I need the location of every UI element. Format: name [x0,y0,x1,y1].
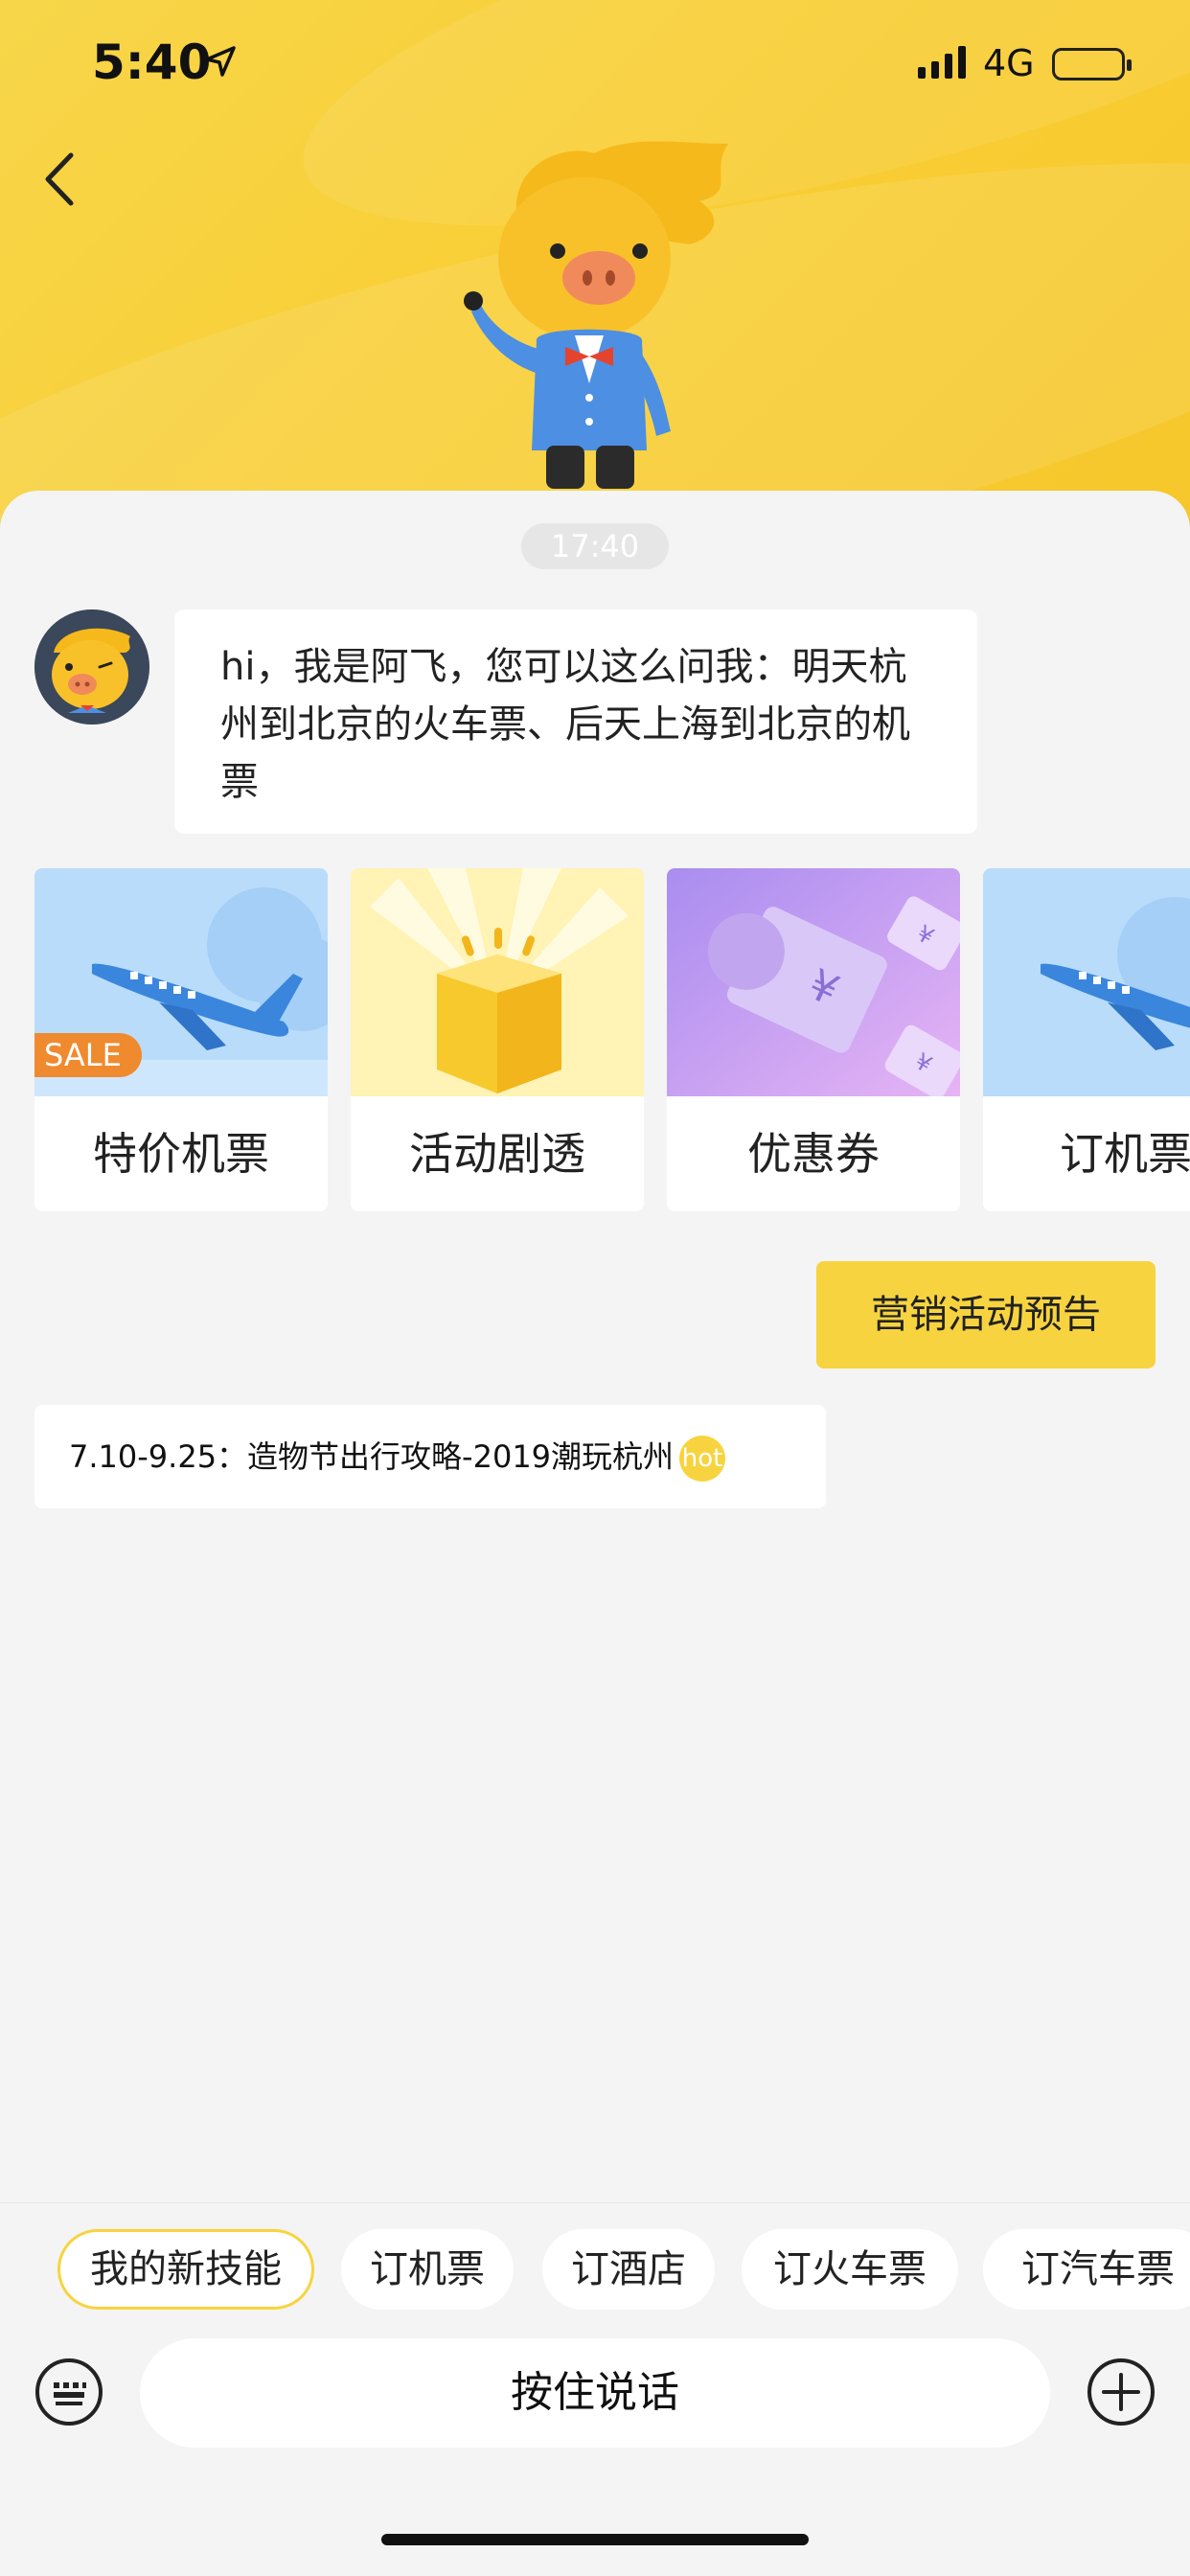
sale-badge: SALE [34,1033,142,1077]
gift-box-illustration [351,868,644,1096]
promo-message-text: 7.10-9.25：造物节出行攻略-2019潮玩杭州 [69,1438,675,1475]
bot-message-bubble: hi，我是阿飞，您可以这么问我：明天杭州到北京的火车票、后天上海到北京的机票 [174,610,977,834]
chip-my-new-skills[interactable]: 我的新技能 [57,2229,314,2310]
card-label: 活动剧透 [409,1128,585,1180]
card-activity-preview[interactable]: 活动剧透 [351,868,644,1211]
chat-timestamp: 17:40 [521,523,669,569]
home-indicator [381,2534,809,2545]
keyboard-icon[interactable] [34,2358,103,2426]
card-label: 特价机票 [93,1128,269,1180]
chip-book-hotel[interactable]: 订酒店 [542,2229,715,2310]
chip-book-flights[interactable]: 订机票 [341,2229,514,2310]
back-button[interactable] [36,146,82,213]
signal-icon [918,46,966,79]
quick-chips-row[interactable]: 我的新技能 订机票 订酒店 订火车票 订汽车票 [0,2229,1190,2312]
chip-book-train[interactable]: 订火车票 [742,2229,958,2310]
network-type: 4G [983,42,1035,84]
hot-badge: hot [679,1436,726,1482]
coupon-illustration: ¥ ¥ ¥ [667,868,960,1096]
header-banner: 5:40 4G [0,0,1190,537]
plus-circle-icon[interactable] [1087,2358,1156,2426]
status-time: 5:40 [92,34,212,90]
marketing-preview-button[interactable]: 营销活动预告 [816,1261,1156,1368]
promo-message-link[interactable]: 7.10-9.25：造物节出行攻略-2019潮玩杭州 hot [34,1405,826,1508]
airplane-illustration [983,868,1190,1096]
battery-icon [1052,48,1132,80]
location-arrow-icon [205,46,236,77]
card-label: 订机票 [1060,1128,1190,1180]
chip-book-bus[interactable]: 订汽车票 [983,2229,1190,2310]
card-label: 优惠券 [747,1128,880,1180]
status-bar: 5:40 4G [0,0,1190,125]
mascot-illustration [464,141,728,489]
card-book-flights[interactable]: 订机票 [983,868,1190,1211]
card-coupons[interactable]: ¥ ¥ ¥ 优惠券 [667,868,960,1211]
hold-to-talk-button[interactable]: 按住说话 [140,2338,1050,2448]
service-cards-carousel[interactable]: SALE 特价机票 活动剧透 ¥ ¥ ¥ 优惠券 订机票 [34,868,1190,1213]
card-special-flights[interactable]: SALE 特价机票 [34,868,328,1211]
bot-avatar [34,610,149,724]
